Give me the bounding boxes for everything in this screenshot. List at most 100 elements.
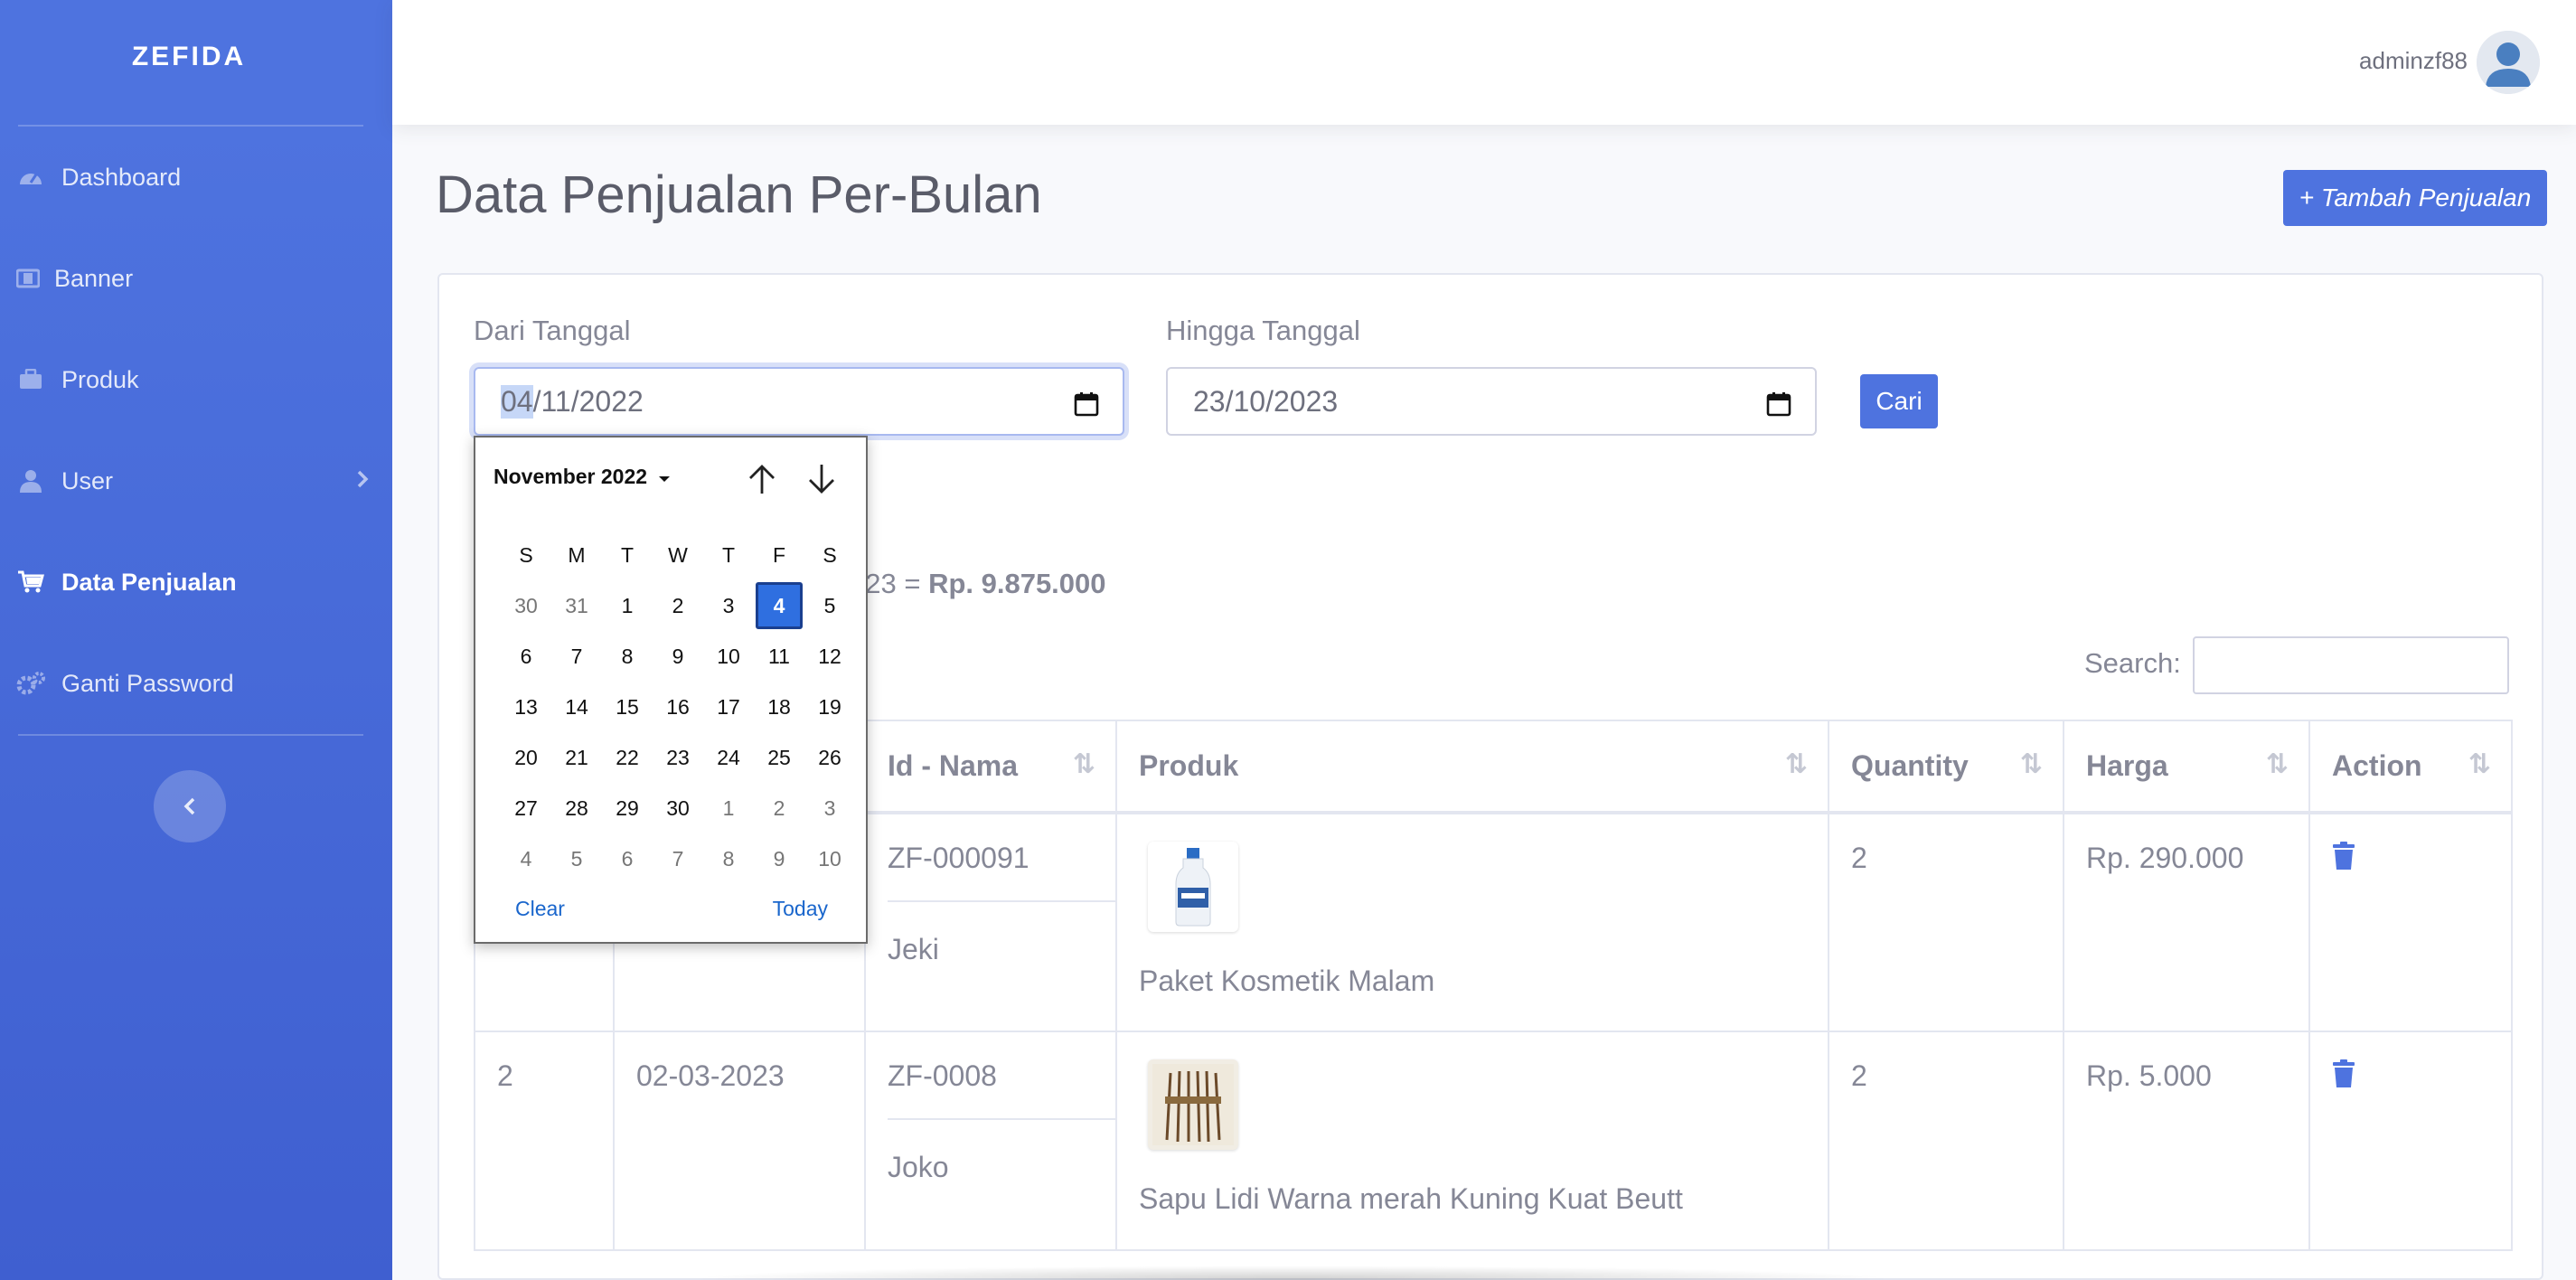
avatar[interactable] (2477, 31, 2540, 94)
sidebar-item-ganti-password[interactable]: Ganti Password (16, 656, 369, 711)
dashboard-icon (16, 165, 45, 190)
calendar-day[interactable]: 5 (804, 580, 855, 631)
sort-icon: ⇅ (2019, 749, 2043, 779)
calendar-day[interactable]: 16 (653, 682, 703, 732)
weekday-header: M (568, 542, 586, 567)
column-header-harga[interactable]: Harga ⇅ (2063, 720, 2310, 814)
product-name: Paket Kosmetik Malam (1139, 965, 1435, 997)
add-sale-button[interactable]: + Tambah Penjualan (2283, 170, 2547, 226)
column-header-action[interactable]: Action ⇅ (2308, 720, 2513, 814)
datepicker-today-button[interactable]: Today (773, 897, 828, 921)
calendar-day[interactable]: 7 (551, 631, 602, 682)
trash-icon[interactable] (2332, 842, 2355, 877)
sidebar: ZEFIDA Dashboard Banner Produk User Data… (0, 0, 392, 1280)
trash-icon[interactable] (2332, 1059, 2355, 1095)
weekday-header: S (823, 542, 837, 567)
calendar-day[interactable]: 6 (602, 833, 653, 884)
calendar-day[interactable]: 31 (551, 580, 602, 631)
product-image (1148, 1059, 1238, 1150)
weekday-header: S (519, 542, 533, 567)
calendar-day[interactable]: 12 (804, 631, 855, 682)
calendar-day[interactable]: 25 (754, 732, 804, 783)
table-row: 2 02-03-2023 ZF-0008 Joko Sapu Lidi Warn… (474, 1031, 2513, 1251)
sidebar-item-data-penjualan[interactable]: Data Penjualan (16, 555, 369, 609)
datepicker-popup: November 2022 S M T W T F S 30 31 1 2 3 4 5 6 7 8 9 10 11 12… (474, 436, 868, 944)
sidebar-item-banner[interactable]: Banner (16, 251, 369, 306)
weekday-header: F (772, 542, 786, 567)
calendar-day[interactable]: 17 (703, 682, 754, 732)
calendar-day[interactable]: 22 (602, 732, 653, 783)
calendar-day[interactable]: 14 (551, 682, 602, 732)
calendar-day[interactable]: 2 (653, 580, 703, 631)
cell-produk: Sapu Lidi Warna merah Kuning Kuat Beutt (1115, 1031, 1829, 1251)
calendar-day[interactable]: 26 (804, 732, 855, 783)
cogs-icon (16, 671, 45, 696)
username[interactable]: adminzf88 (2359, 47, 2468, 75)
sidebar-item-label: Dashboard (61, 163, 182, 191)
calendar-day[interactable]: 29 (602, 783, 653, 833)
calendar-day[interactable]: 24 (703, 732, 754, 783)
sidebar-item-user[interactable]: User (16, 454, 369, 508)
calendar-day[interactable]: 18 (754, 682, 804, 732)
to-date-input[interactable]: 23/10/2023 (1166, 367, 1817, 436)
calendar-day[interactable]: 28 (551, 783, 602, 833)
customer-id: ZF-000091 (888, 842, 1115, 902)
calendar-day[interactable]: 23 (653, 732, 703, 783)
calendar-day[interactable]: 3 (804, 783, 855, 833)
bottom-shadow (687, 1266, 1898, 1280)
calendar-day[interactable]: 3 (703, 580, 754, 631)
arrow-down-icon[interactable] (806, 463, 837, 500)
brand-logo[interactable]: ZEFIDA (0, 42, 378, 72)
calendar-day[interactable]: 15 (602, 682, 653, 732)
calendar-day[interactable]: 30 (653, 783, 703, 833)
calendar-day[interactable]: 8 (703, 833, 754, 884)
calendar-day[interactable]: 27 (501, 783, 551, 833)
calendar-day[interactable]: 6 (501, 631, 551, 682)
cell-harga: Rp. 5.000 (2063, 1031, 2310, 1251)
weekday-header: T (620, 542, 635, 567)
table-search-input[interactable] (2193, 636, 2509, 694)
from-date-day-segment[interactable]: 04 (501, 384, 533, 419)
column-header-quantity[interactable]: Quantity ⇅ (1828, 720, 2064, 814)
calendar-day[interactable]: 11 (754, 631, 804, 682)
page-title: Data Penjualan Per-Bulan (436, 165, 1042, 224)
sidebar-item-label: Ganti Password (61, 669, 234, 697)
calendar-day[interactable]: 19 (804, 682, 855, 732)
datepicker-month-select[interactable]: November 2022 (494, 465, 671, 489)
from-date-input[interactable]: 04/11/2022 (474, 367, 1124, 436)
arrow-up-icon[interactable] (747, 463, 777, 500)
calendar-day[interactable]: 4 (501, 833, 551, 884)
column-header-produk[interactable]: Produk ⇅ (1115, 720, 1829, 814)
calendar-icon[interactable] (1074, 391, 1099, 424)
column-header-id-nama[interactable]: Id - Nama ⇅ (864, 720, 1117, 814)
calendar-day[interactable]: 8 (602, 631, 653, 682)
calendar-day[interactable]: 9 (653, 631, 703, 682)
weekday-header: T (721, 542, 736, 567)
sort-icon: ⇅ (2265, 749, 2289, 779)
calendar-day[interactable]: 9 (754, 833, 804, 884)
to-date-label: Hingga Tanggal (1166, 315, 1360, 346)
calendar-day[interactable]: 13 (501, 682, 551, 732)
search-submit-button[interactable]: Cari (1860, 374, 1938, 428)
weekday-header: W (668, 542, 688, 567)
calendar-day[interactable]: 10 (703, 631, 754, 682)
sidebar-item-produk[interactable]: Produk (16, 353, 369, 407)
calendar-day[interactable]: 21 (551, 732, 602, 783)
calendar-day[interactable]: 20 (501, 732, 551, 783)
calendar-day[interactable]: 1 (703, 783, 754, 833)
cell-harga: Rp. 290.000 (2063, 812, 2310, 1032)
calendar-icon[interactable] (1766, 391, 1791, 424)
cell-action (2308, 1031, 2513, 1251)
briefcase-icon (16, 367, 45, 392)
calendar-day[interactable]: 1 (602, 580, 653, 631)
sidebar-item-dashboard[interactable]: Dashboard (16, 150, 369, 204)
cell-id-nama: ZF-000091 Jeki (864, 812, 1117, 1032)
calendar-day[interactable]: 4 (756, 582, 803, 629)
calendar-day[interactable]: 5 (551, 833, 602, 884)
calendar-day[interactable]: 7 (653, 833, 703, 884)
calendar-day[interactable]: 30 (501, 580, 551, 631)
calendar-day[interactable]: 10 (804, 833, 855, 884)
calendar-day[interactable]: 2 (754, 783, 804, 833)
datepicker-clear-button[interactable]: Clear (515, 897, 565, 921)
sidebar-toggle-button[interactable] (154, 770, 226, 842)
